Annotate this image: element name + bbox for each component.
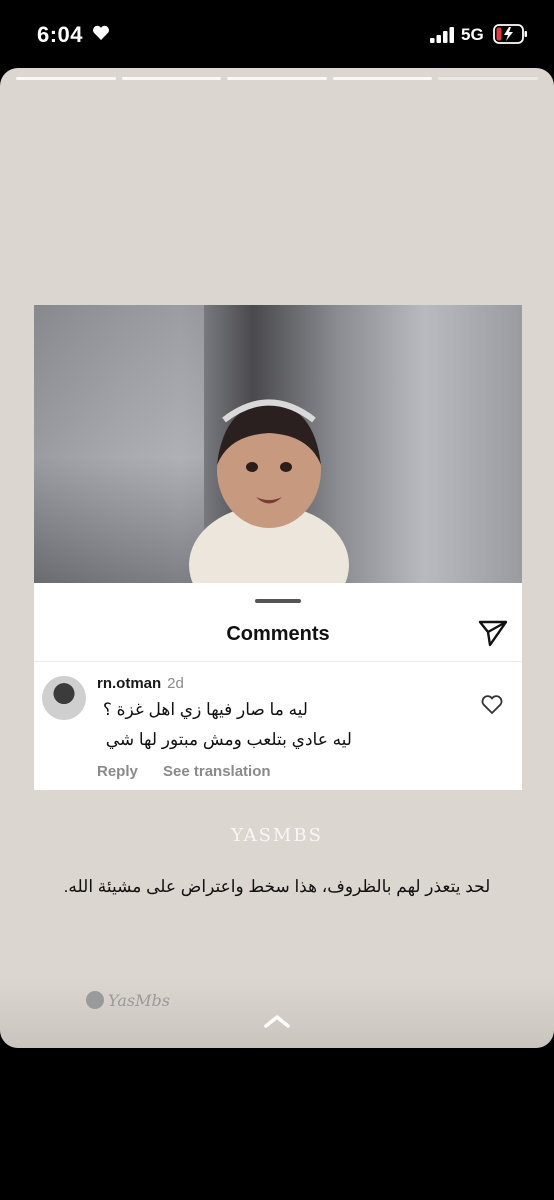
divider — [34, 661, 522, 662]
see-translation-link: See translation — [163, 763, 271, 780]
watermark-avatar-icon — [86, 991, 104, 1009]
status-time: 6:04 — [37, 22, 84, 47]
reply-link: Reply — [97, 763, 138, 780]
watermark-text: YASMBS — [231, 825, 323, 846]
photo-background — [34, 305, 204, 583]
comment-age: 2d — [167, 675, 184, 692]
comments-sheet — [34, 583, 522, 661]
avatar — [42, 676, 86, 720]
battery-icon — [493, 24, 527, 44]
embedded-post-screenshot: Comments rn.otman 2d ليه ما صار فيها زي ا… — [34, 305, 522, 790]
heart-icon — [93, 25, 109, 40]
chevron-up-icon[interactable] — [263, 1014, 291, 1028]
comment-text-line: ليه عادي بتلعب ومش مبتور لها شي — [105, 730, 352, 749]
username-text: rn.otman — [97, 675, 162, 692]
post-photo — [34, 305, 522, 585]
comments-title: Comments — [226, 623, 330, 645]
story-card[interactable]: Comments rn.otman 2d ليه ما صار فيها زي ا… — [0, 68, 554, 1048]
child-figure — [189, 399, 349, 585]
send-icon — [478, 620, 508, 647]
sheet-handle — [255, 599, 301, 603]
story-caption: لحد يتعذر لهم بالظروف، هذا سخط واعتراض ع… — [63, 877, 491, 896]
like-icon — [481, 695, 503, 715]
bottom-fade — [0, 978, 554, 1048]
signal-icon — [430, 27, 454, 43]
progress-segment — [227, 77, 327, 80]
status-bar: 6:04 5G — [0, 0, 554, 68]
comment-text-line: ليه ما صار فيها زي اهل غزة ؟ — [102, 700, 308, 719]
network-label: 5G — [461, 25, 484, 44]
progress-segment — [332, 77, 433, 80]
progress-segment — [16, 77, 116, 80]
watermark-handle: YasMbs — [108, 991, 170, 1010]
comment-username: rn.otman 2d — [97, 675, 184, 692]
story-progress — [16, 77, 538, 81]
progress-segment — [121, 77, 222, 80]
progress-segment — [438, 77, 538, 80]
